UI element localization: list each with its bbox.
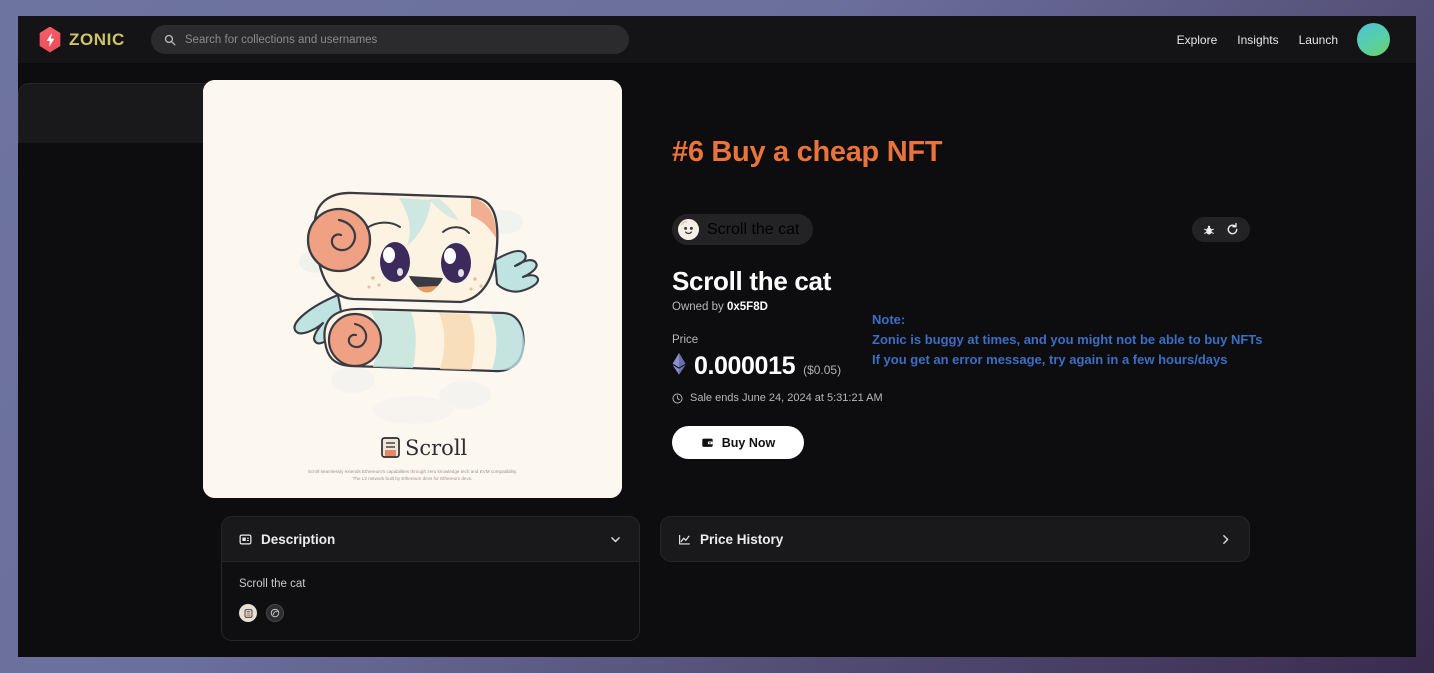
nft-artwork-card[interactable]: Scroll Scroll seamlessly extends Ethereu… [203,80,622,498]
ethereum-icon [672,353,686,380]
annotation-note: Note: Zonic is buggy at times, and you m… [872,310,1352,370]
description-text: Scroll the cat [239,578,622,590]
collection-name: Scroll the cat [707,221,799,239]
nav-link-insights[interactable]: Insights [1237,33,1278,47]
note-heading: Note: [872,310,1352,330]
description-panel: Description Scroll the cat [221,516,640,641]
note-line-2: If you get an error message, try again i… [872,350,1352,370]
search-bar[interactable] [151,25,629,54]
page-content: Scroll Scroll seamlessly extends Ethereu… [18,63,1416,657]
price-value: 0.000015 [694,352,795,381]
description-panel-title: Description [261,532,335,547]
chevron-right-icon[interactable] [1219,533,1232,546]
price-usd-value: ($0.05) [803,363,841,377]
browser-viewport: ZONIC Explore Insights Launch [18,16,1416,657]
sale-ends-text: Sale ends June 24, 2024 at 5:31:21 AM [690,392,883,404]
price-history-panel-header[interactable]: Price History [661,517,1249,561]
page-title: #6 Buy a cheap NFT [672,136,1250,169]
description-icon [239,533,252,546]
scroll-brand-mark: Scroll [382,436,468,460]
globe-link-icon[interactable] [266,604,284,622]
buy-now-button[interactable]: Buy Now [672,426,804,459]
svg-text:Scroll: Scroll [405,436,468,460]
chart-line-icon [678,533,691,546]
search-icon [164,34,176,46]
description-panel-header[interactable]: Description [222,517,639,561]
chevron-down-icon[interactable] [609,533,622,546]
collection-row: Scroll the cat [672,214,1250,245]
price-history-panel[interactable]: Price History [660,516,1250,562]
nft-artwork-image: Scroll Scroll seamlessly extends Ethereu… [203,80,622,498]
zonic-logo[interactable]: ZONIC [38,27,125,53]
sale-ends-row: Sale ends June 24, 2024 at 5:31:21 AM [672,392,1250,404]
bolt-glyph [46,33,55,47]
nav-link-explore[interactable]: Explore [1177,33,1218,47]
owner-address[interactable]: 0x5F8D [727,301,768,313]
clock-icon [672,393,683,404]
nft-actions-pill [1192,217,1250,242]
price-history-panel-title: Price History [700,532,783,547]
description-panel-body: Scroll the cat [222,561,639,640]
refresh-icon[interactable] [1226,223,1239,236]
navbar-links: Explore Insights Launch [1177,33,1338,47]
user-avatar[interactable] [1357,23,1390,56]
svg-text:Scroll seamlessly extends Ethe: Scroll seamlessly extends Ethereum's cap… [308,469,517,474]
collection-pill[interactable]: Scroll the cat [672,214,813,245]
bolt-hexagon-icon [38,27,62,53]
collection-avatar-image [678,219,699,240]
wallet-icon [701,436,714,449]
description-links [239,604,622,622]
zonic-logo-text: ZONIC [69,30,125,50]
note-line-1: Zonic is buggy at times, and you might n… [872,330,1352,350]
top-navbar: ZONIC Explore Insights Launch [18,16,1416,63]
search-input[interactable] [185,34,616,46]
nft-name: Scroll the cat [672,266,1250,297]
report-bug-icon[interactable] [1203,224,1215,236]
collection-avatar [678,219,699,240]
nft-details-column: #6 Buy a cheap NFT Scroll the cat [672,63,1250,459]
scroll-logo-icon[interactable] [239,604,257,622]
owned-by-label: Owned by [672,301,724,313]
nav-link-launch[interactable]: Launch [1299,33,1338,47]
svg-text:The L2 network built by Ethere: The L2 network built by Ethereum devs fo… [353,476,473,481]
buy-now-label: Buy Now [722,436,775,450]
